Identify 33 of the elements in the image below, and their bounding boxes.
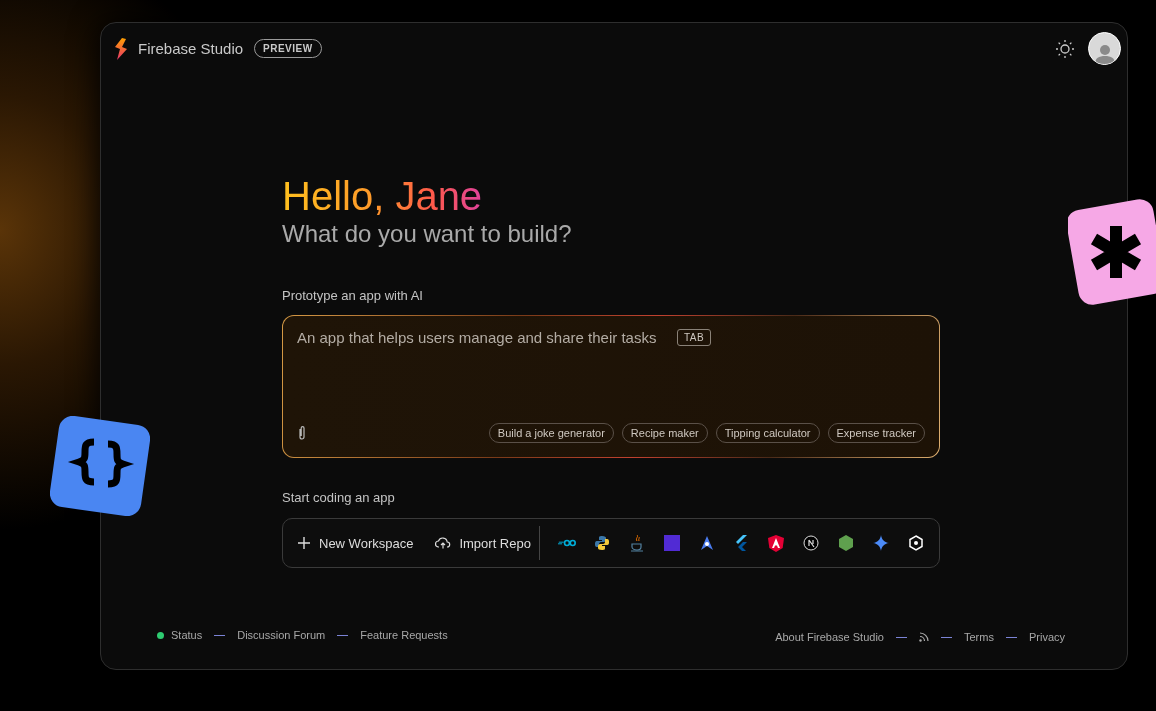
action-button[interactable]: Import Repo: [435, 535, 531, 551]
greeting-subtitle: What do you want to build?: [282, 220, 573, 248]
key-hint: TAB: [677, 329, 712, 346]
footer-link[interactable]: About Firebase Studio: [775, 631, 884, 643]
section-label: Prototype an app with AI: [282, 288, 424, 303]
footer-link[interactable]: Status: [171, 629, 203, 641]
theme-toggle-sun-icon[interactable]: [1056, 39, 1074, 58]
chevron-icon[interactable]: [734, 535, 749, 551]
section-label: Start coding an app: [282, 490, 396, 505]
cup-icon[interactable]: [629, 534, 644, 552]
square-icon[interactable]: [663, 535, 680, 551]
shield-icon[interactable]: [768, 534, 785, 552]
footer-link[interactable]: Terms: [964, 631, 994, 643]
footer-link[interactable]: Discussion Forum: [237, 629, 326, 641]
rss-feed-icon[interactable]: [919, 632, 929, 642]
app-title: Firebase Studio: [138, 40, 244, 57]
paperclip-icon[interactable]: [297, 425, 307, 441]
lines-icon[interactable]: [557, 538, 576, 548]
triangle-icon[interactable]: [698, 535, 715, 551]
person-silhouette-icon: [1093, 44, 1116, 64]
cloud-upload-icon: [435, 536, 452, 550]
user-avatar[interactable]: [1088, 32, 1121, 65]
twin-shapes-icon[interactable]: [593, 535, 610, 551]
prompt-field[interactable]: An app that helps users manage and share their tasks TAB Build a joke generator Recipe maker Tipping calculator Expense tracker: [283, 316, 939, 457]
circle-icon[interactable]: [803, 535, 820, 551]
hexagon-outline-icon[interactable]: [907, 535, 924, 551]
flame-logo-icon: [113, 37, 129, 60]
sparkle-icon[interactable]: [872, 535, 889, 551]
footer-link[interactable]: Feature Requests: [360, 629, 448, 641]
action-button[interactable]: New Workspace: [297, 535, 414, 551]
hexagon-icon[interactable]: [838, 535, 855, 551]
plus-icon: [297, 536, 311, 550]
footer-link[interactable]: Privacy: [1028, 631, 1065, 643]
